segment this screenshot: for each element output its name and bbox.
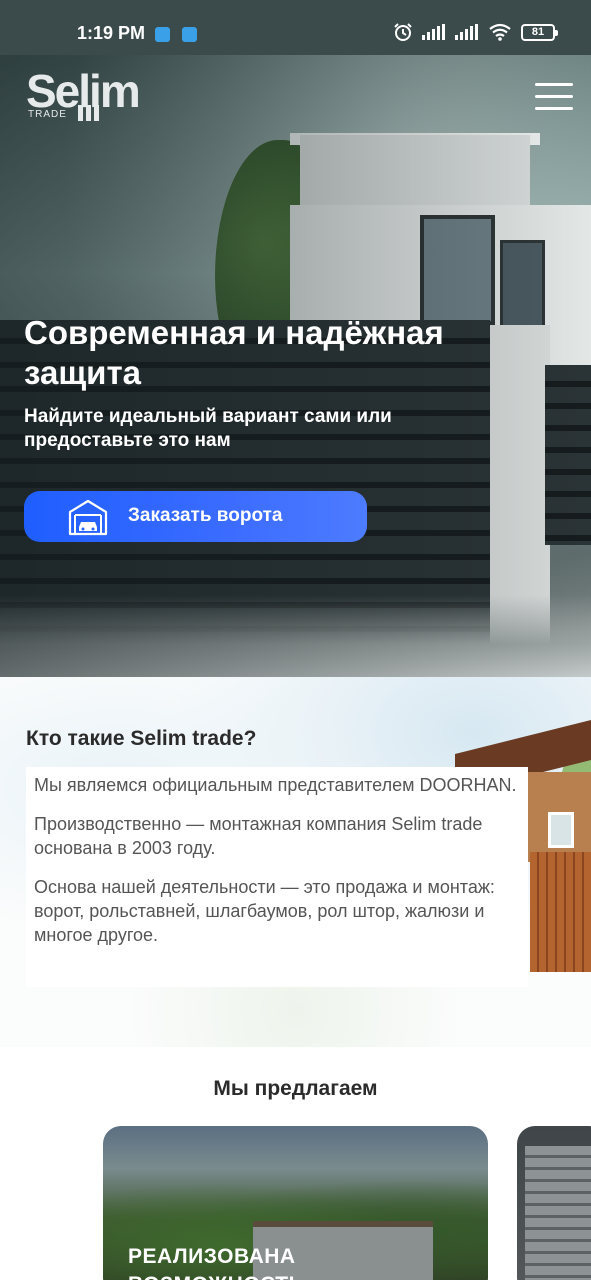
hero-title: Современная и надёжная защита (24, 314, 444, 391)
about-paragraph: Основа нашей деятельности — это продажа … (34, 877, 495, 945)
notification-icon (155, 27, 170, 42)
hamburger-icon (535, 83, 573, 86)
battery-icon: 81 (521, 23, 558, 41)
status-bar: 1:19 PM 81 (0, 0, 591, 55)
alarm-icon (394, 23, 412, 41)
about-cabin-window (548, 812, 574, 848)
signal-icon (455, 24, 478, 40)
about-paragraph: Мы являемся официальным представителем D… (34, 775, 517, 795)
notification-icon (182, 27, 197, 42)
order-gate-label: Заказать ворота (128, 505, 283, 526)
offers-title: Мы предлагаем (213, 1077, 378, 1100)
about-paragraph: Производственно — монтажная компания Sel… (34, 814, 483, 858)
logo-subtext: TRADE (28, 109, 67, 120)
hamburger-menu-button[interactable] (535, 83, 573, 111)
offer-card[interactable] (517, 1126, 591, 1280)
offer-card-fence-image (525, 1146, 591, 1280)
offer-card-title: РЕАЛИЗОВАНА ВОЗМОЖНОСТЬ (128, 1245, 304, 1280)
logo[interactable]: Selim TRADE (26, 68, 146, 125)
hero-subtitle: Найдите идеальный вариант сами или предо… (24, 406, 392, 451)
status-time: 1:19 PM (77, 23, 146, 43)
order-gate-button[interactable]: Заказать ворота (24, 491, 367, 542)
about-section: Кто такие Selim trade? Мы являемся офици… (0, 677, 591, 1047)
status-icons: 81 (393, 22, 558, 42)
wifi-icon (489, 23, 511, 41)
logo-bars-icon (78, 105, 99, 121)
garage-car-icon (68, 499, 108, 536)
about-text-card: Мы являемся официальным представителем D… (26, 767, 528, 987)
signal-icon (422, 24, 445, 40)
hero-section: Selim TRADE Современная и надёжная защит… (0, 55, 591, 677)
about-fence-image (530, 852, 591, 972)
offer-card[interactable]: РЕАЛИЗОВАНА ВОЗМОЖНОСТЬ (103, 1126, 488, 1280)
about-title: Кто такие Selim trade? (26, 727, 257, 750)
